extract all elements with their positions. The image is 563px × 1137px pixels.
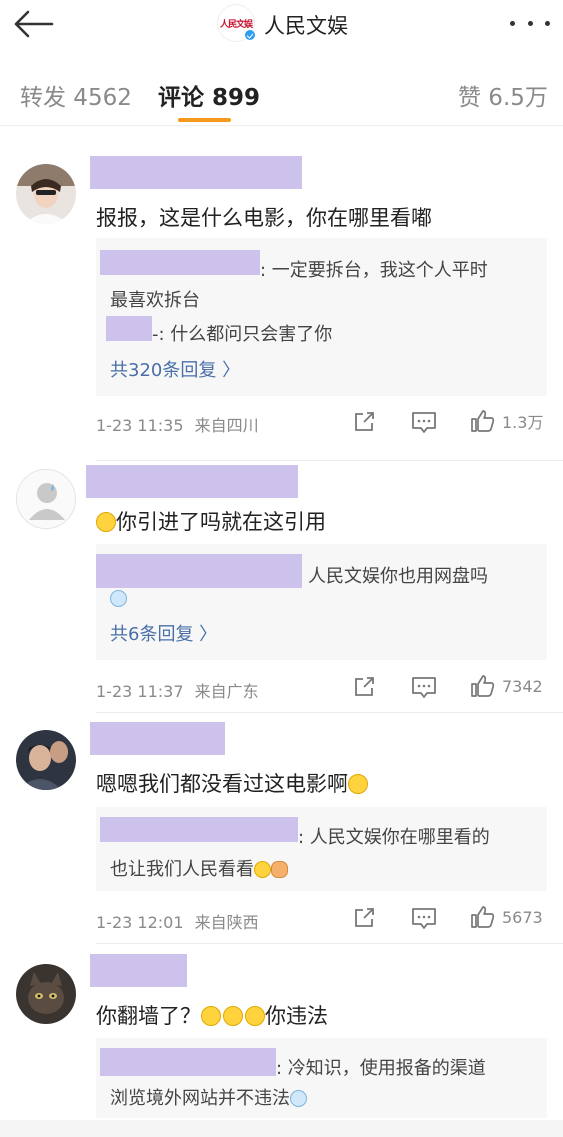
comment-meta: 1-23 11:37 来自广东 xyxy=(96,678,259,702)
avatar[interactable] xyxy=(16,964,76,1024)
comment-icon[interactable] xyxy=(411,676,437,700)
divider xyxy=(96,712,563,713)
reply-text-continued: 也让我们人民看看 xyxy=(110,859,254,880)
comment-text: 报报，这是什么电影，你在哪里看嘟 xyxy=(96,206,432,230)
smile-emoji-icon xyxy=(254,861,271,878)
back-arrow-icon[interactable] xyxy=(12,9,54,39)
reply-username-redacted[interactable] xyxy=(96,554,302,588)
tab-bar: 转发 4562 评论 899 赞 6.5万 xyxy=(0,58,563,126)
wink-tongue-emoji-icon xyxy=(290,1090,307,1107)
share-icon[interactable] xyxy=(352,676,376,698)
thumbs-up-icon xyxy=(471,906,495,928)
reply-text-continued: 浏览境外网站并不违法 xyxy=(110,1088,290,1109)
comment-time: 1-23 11:37 xyxy=(96,682,184,701)
bottom-edge xyxy=(0,1120,563,1137)
like-button[interactable]: 7342 xyxy=(470,674,543,698)
comment-text-row: 你翻墙了？ 你违法 xyxy=(96,1000,328,1030)
like-count: 1.3万 xyxy=(502,413,544,432)
tab-repost[interactable]: 转发 4562 xyxy=(20,78,132,112)
comment-text-row: 嗯嗯我们都没看过这电影啊 xyxy=(96,768,368,798)
comment-location: 来自广东 xyxy=(194,682,259,701)
shocked-emoji-icon xyxy=(201,1006,221,1026)
thumbs-up-icon xyxy=(471,410,495,432)
username-redacted[interactable] xyxy=(90,156,302,189)
username-redacted[interactable] xyxy=(90,954,187,987)
reply-username-redacted[interactable] xyxy=(100,250,260,275)
comment-text: 你引进了吗就在这引用 xyxy=(116,510,326,534)
more-replies-link[interactable]: 共320条回复 〉 xyxy=(110,356,240,382)
reply-text: : 人民文娱你在哪里看的 xyxy=(298,827,490,848)
reply-text: 人民文娱你也用网盘吗 xyxy=(308,566,488,587)
like-count: 7342 xyxy=(502,676,543,696)
thumbs-up-icon xyxy=(471,675,495,697)
replies-preview[interactable]: : 一定要拆台，我这个人平时 最喜欢拆台 -: 什么都问只会害了你 共320条回… xyxy=(96,238,547,396)
like-button[interactable]: 1.3万 xyxy=(470,409,543,433)
reply-username-redacted[interactable] xyxy=(106,316,152,341)
comment-icon[interactable] xyxy=(411,411,437,435)
drooling-emoji-icon xyxy=(348,774,368,794)
account-name[interactable]: 人民文娱 xyxy=(264,10,348,40)
comment-text-row: 你引进了吗就在这引用 xyxy=(96,506,326,536)
reply-text: : 一定要拆台，我这个人平时 xyxy=(260,260,488,281)
comment-time: 1-23 11:35 xyxy=(96,416,184,435)
username-redacted[interactable] xyxy=(90,722,225,755)
divider xyxy=(96,460,563,461)
tab-comments[interactable]: 评论 899 xyxy=(158,78,260,112)
share-icon[interactable] xyxy=(352,907,376,929)
comment-text: 嗯嗯我们都没看过这电影啊 xyxy=(96,772,348,796)
grin-sweat-emoji-icon xyxy=(96,512,116,532)
comment-location: 来自四川 xyxy=(194,416,259,435)
crying-emoji-icon xyxy=(110,590,127,607)
more-options-icon[interactable] xyxy=(510,15,550,31)
reply-text: -: 什么都问只会害了你 xyxy=(152,324,333,345)
avatar[interactable] xyxy=(16,469,76,529)
account-logo-text: 人民文娱 xyxy=(219,19,253,30)
comment-text: 你违法 xyxy=(265,1004,328,1028)
reply-text: : 冷知识，使用报备的渠道 xyxy=(276,1058,486,1079)
replies-preview[interactable]: 人民文娱你也用网盘吗 共6条回复 〉 xyxy=(96,544,547,660)
reply-text-continued-row: 浏览境外网站并不违法 xyxy=(110,1084,307,1110)
comment-meta: 1-23 12:01 来自陕西 xyxy=(96,909,259,933)
comment-text: 你翻墙了？ xyxy=(96,1004,201,1028)
reply-text-continued: 最喜欢拆台 xyxy=(110,290,200,311)
more-replies-link[interactable]: 共6条回复 〉 xyxy=(110,620,217,646)
shocked-emoji-icon xyxy=(245,1006,265,1026)
reply-text-continued-row: 也让我们人民看看 xyxy=(110,855,288,881)
avatar[interactable] xyxy=(16,730,76,790)
clap-emoji-icon xyxy=(271,861,288,878)
comment-icon[interactable] xyxy=(411,907,437,931)
top-bar: 人民文娱 人民文娱 xyxy=(0,0,563,58)
comment-time: 1-23 12:01 xyxy=(96,913,184,932)
replies-preview[interactable]: : 人民文娱你在哪里看的 也让我们人民看看 xyxy=(96,807,547,891)
like-count: 5673 xyxy=(502,907,543,927)
replies-preview[interactable]: : 冷知识，使用报备的渠道 浏览境外网站并不违法 xyxy=(96,1038,547,1118)
comment-meta: 1-23 11:35 来自四川 xyxy=(96,412,259,436)
shocked-emoji-icon xyxy=(223,1006,243,1026)
active-tab-indicator xyxy=(178,118,231,122)
divider xyxy=(96,943,563,944)
comment-location: 来自陕西 xyxy=(194,913,259,932)
like-button[interactable]: 5673 xyxy=(470,905,543,929)
avatar[interactable] xyxy=(16,164,76,224)
reply-username-redacted[interactable] xyxy=(100,817,298,842)
username-redacted[interactable] xyxy=(86,465,298,498)
share-icon[interactable] xyxy=(352,411,376,433)
tab-likes[interactable]: 赞 6.5万 xyxy=(458,78,548,112)
reply-username-redacted[interactable] xyxy=(100,1048,276,1076)
verified-badge-icon xyxy=(244,29,256,41)
